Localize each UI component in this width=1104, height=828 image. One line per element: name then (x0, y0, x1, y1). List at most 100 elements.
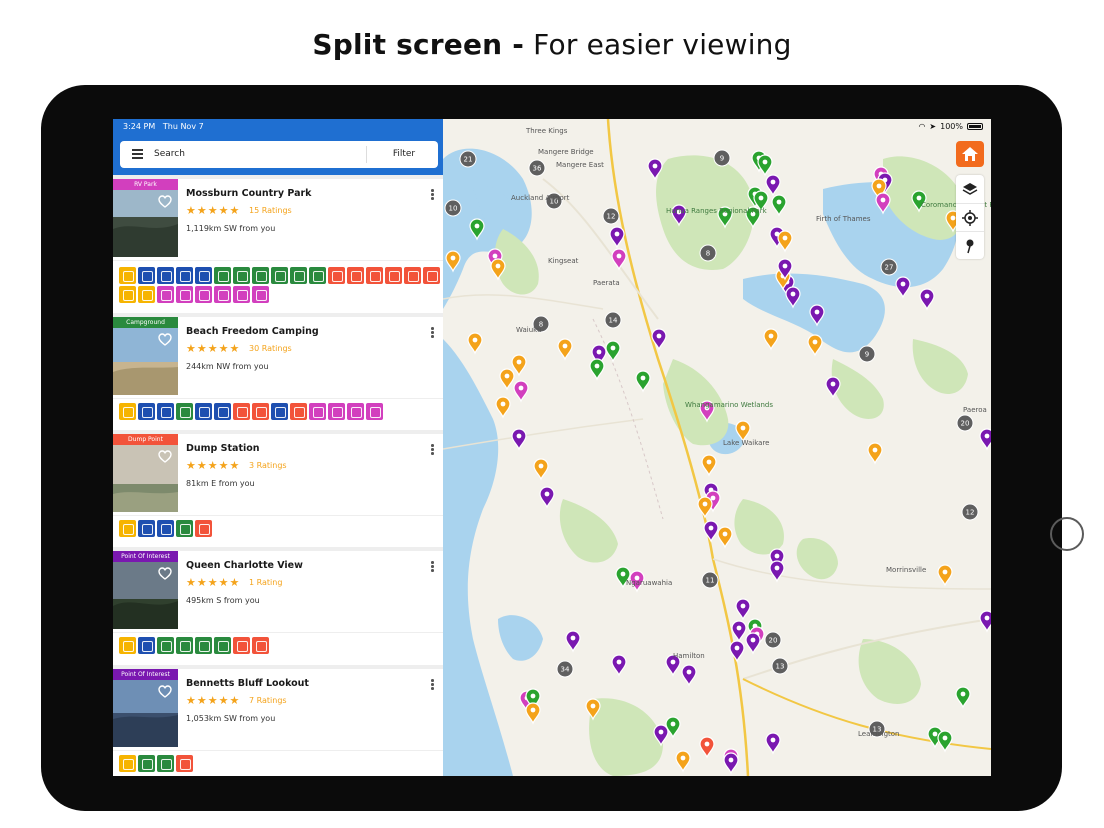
star-icon: ★ (207, 459, 218, 472)
star-icon: ★ (218, 204, 229, 217)
listing-title[interactable]: Dump Station (186, 443, 260, 454)
more-options-icon[interactable] (431, 327, 435, 339)
listing-card[interactable]: Campground Beach Freedom Camping ★ ★ ★ ★ ★ 3… (113, 317, 443, 430)
svg-text:11: 11 (706, 577, 715, 585)
search-input[interactable]: Search (154, 149, 185, 159)
svg-text:21: 21 (464, 156, 473, 164)
category-badge: RV Park (113, 179, 178, 190)
map-place-label: Paerata (593, 279, 620, 287)
map-cluster[interactable]: 20 (956, 414, 974, 432)
listing-card[interactable]: Point Of Interest Queen Charlotte View ★… (113, 551, 443, 665)
amenity-icon (138, 403, 155, 420)
layers-button[interactable] (956, 175, 984, 203)
map-cluster[interactable]: 9 (858, 345, 876, 363)
svg-text:9: 9 (865, 351, 869, 359)
listing-title[interactable]: Beach Freedom Camping (186, 326, 319, 337)
map-cluster[interactable]: 10 (444, 199, 462, 217)
svg-text:12: 12 (966, 509, 975, 517)
map-cluster[interactable]: 20 (764, 631, 782, 649)
more-options-icon[interactable] (431, 679, 435, 691)
listing-photo[interactable]: Dump Point (113, 434, 178, 512)
listing-title[interactable]: Bennetts Bluff Lookout (186, 678, 309, 689)
more-options-icon[interactable] (431, 444, 435, 456)
favorite-heart-icon[interactable] (158, 333, 172, 346)
svg-text:34: 34 (561, 666, 570, 674)
map-cluster[interactable]: 13 (771, 657, 789, 675)
map-cluster[interactable]: 27 (880, 258, 898, 276)
map-cluster[interactable]: 9 (713, 149, 731, 167)
map-cluster[interactable]: 8 (699, 244, 717, 262)
home-icon (962, 147, 978, 161)
map-cluster[interactable]: 12 (602, 207, 620, 225)
star-rating: ★ ★ ★ ★ ★ (186, 577, 239, 588)
map-cluster[interactable]: 14 (604, 311, 622, 329)
listing-card[interactable]: RV Park Mossburn Country Park ★ ★ ★ ★ ★ 15 R… (113, 179, 443, 313)
map-cluster[interactable]: 34 (556, 660, 574, 678)
favorite-heart-icon[interactable] (158, 567, 172, 580)
map-place-label: Morrinsville (886, 566, 927, 574)
listing-card[interactable]: Point Of Interest Bennetts Bluff Lookout… (113, 669, 443, 776)
map-cluster[interactable]: 21 (459, 150, 477, 168)
amenity-icon (214, 267, 231, 284)
amenity-icons (119, 755, 441, 772)
star-icon: ★ (229, 576, 240, 589)
star-rating: ★ ★ ★ ★ ★ (186, 695, 239, 706)
amenity-icon (176, 520, 193, 537)
my-location-button[interactable] (956, 203, 984, 231)
listing-photo[interactable]: Point Of Interest (113, 669, 178, 747)
amenity-icon (119, 267, 136, 284)
category-badge: Campground (113, 317, 178, 328)
map-place-label: Three Kings (526, 127, 568, 135)
amenity-icon (195, 520, 212, 537)
more-options-icon[interactable] (431, 561, 435, 573)
list-header: 3:24 PM Thu Nov 7 Search Filter (113, 119, 443, 175)
listing-card[interactable]: Dump Point Dump Station ★ ★ ★ ★ ★ 3 Ratings … (113, 434, 443, 547)
listing-photo[interactable]: RV Park (113, 179, 178, 257)
map-place-label: Whangamarino Wetlands (685, 401, 774, 409)
drop-pin-button[interactable] (956, 231, 984, 259)
home-hardware-button[interactable] (1050, 517, 1084, 551)
map-view[interactable]: 21 36 9 10 10 12 8 27 8 14 9 20 12 11 20 13 34 13 Three K… (443, 119, 991, 776)
star-icon: ★ (229, 694, 240, 707)
listing-title[interactable]: Mossburn Country Park (186, 188, 311, 199)
star-icon: ★ (207, 694, 218, 707)
rating-count[interactable]: 1 Rating (249, 578, 282, 587)
listing-photo[interactable]: Point Of Interest (113, 551, 178, 629)
favorite-heart-icon[interactable] (158, 195, 172, 208)
amenity-icon (214, 286, 231, 303)
rating-count[interactable]: 30 Ratings (249, 344, 292, 353)
listing-title[interactable]: Queen Charlotte View (186, 560, 303, 571)
home-location-button[interactable] (956, 141, 984, 167)
rating-count[interactable]: 15 Ratings (249, 206, 292, 215)
amenity-icons (119, 267, 441, 303)
star-icon: ★ (186, 204, 196, 217)
amenity-icon (328, 267, 345, 284)
amenity-icon (309, 403, 326, 420)
amenity-icon (271, 403, 288, 420)
listing-photo[interactable]: Campground (113, 317, 178, 395)
amenity-icon (195, 637, 212, 654)
more-options-icon[interactable] (431, 189, 435, 201)
rating-count[interactable]: 7 Ratings (249, 696, 287, 705)
amenity-icon (366, 267, 383, 284)
star-icon: ★ (186, 342, 196, 355)
list-menu-icon (132, 149, 143, 159)
search-divider (366, 146, 367, 163)
favorite-heart-icon[interactable] (158, 685, 172, 698)
map-cluster[interactable]: 12 (961, 503, 979, 521)
star-icon: ★ (207, 342, 218, 355)
favorite-heart-icon[interactable] (158, 450, 172, 463)
map-canvas[interactable]: 213691010128278 14920121120133413 (443, 119, 991, 776)
filter-button[interactable]: Filter (370, 149, 438, 159)
listing-panel: 3:24 PM Thu Nov 7 Search Filter RV Park … (113, 119, 443, 776)
map-cluster[interactable]: 36 (528, 159, 546, 177)
amenity-icon (119, 403, 136, 420)
amenity-icon (195, 286, 212, 303)
category-badge: Point Of Interest (113, 551, 178, 562)
map-cluster[interactable]: 11 (701, 571, 719, 589)
search-bar[interactable]: Search Filter (120, 141, 438, 168)
rating-count[interactable]: 3 Ratings (249, 461, 287, 470)
amenity-icon (252, 637, 269, 654)
svg-text:12: 12 (607, 213, 616, 221)
map-controls (956, 175, 984, 259)
